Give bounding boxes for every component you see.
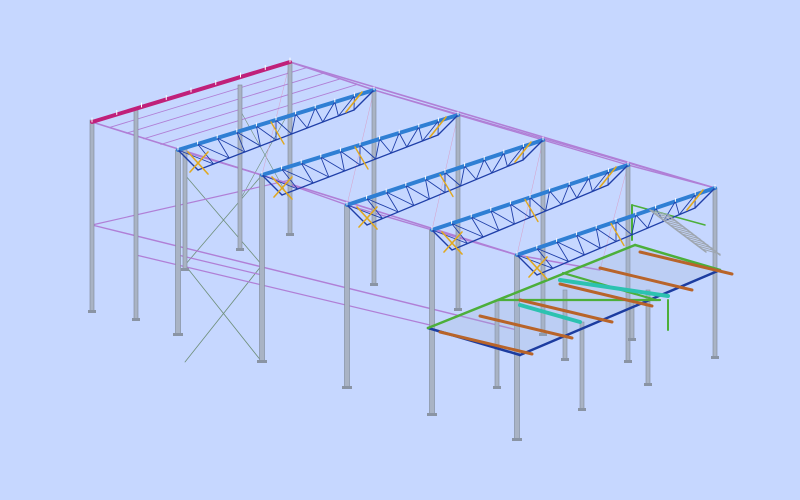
truss-diagonal bbox=[674, 200, 680, 216]
base-plate bbox=[181, 268, 189, 271]
purlin bbox=[457, 114, 544, 141]
truss-diagonal bbox=[588, 177, 593, 192]
column-mezzanine-2 bbox=[579, 321, 585, 411]
base-plate bbox=[286, 233, 294, 236]
truss-diagonal bbox=[295, 113, 308, 129]
truss-vertical bbox=[339, 150, 345, 172]
base-plate bbox=[512, 438, 522, 441]
column-front-1 bbox=[175, 149, 181, 336]
base-plate bbox=[173, 333, 183, 336]
truss-vertical bbox=[424, 178, 430, 200]
truss-diagonal bbox=[575, 234, 601, 249]
column-back-2 bbox=[133, 109, 139, 321]
rafter bbox=[289, 61, 375, 91]
column-front-2 bbox=[259, 174, 265, 363]
truss-vertical bbox=[595, 227, 601, 249]
column-front-4 bbox=[429, 229, 435, 416]
base-plate bbox=[628, 338, 636, 341]
base-plate bbox=[132, 318, 140, 321]
column-right-1 bbox=[371, 89, 377, 286]
truss-diagonal bbox=[334, 101, 339, 117]
base-plate bbox=[236, 248, 244, 251]
truss-diagonal bbox=[379, 138, 392, 154]
truss-diagonal bbox=[398, 132, 408, 148]
base-plate bbox=[624, 360, 632, 363]
truss-diagonal bbox=[405, 185, 430, 200]
column-front-3 bbox=[344, 204, 350, 389]
base-plate bbox=[711, 356, 719, 359]
base-plate bbox=[454, 308, 462, 311]
column-back-5 bbox=[287, 61, 293, 236]
base-plate bbox=[644, 383, 652, 386]
base-plate bbox=[578, 408, 586, 411]
truss-diagonal bbox=[568, 184, 578, 199]
column-right-2 bbox=[455, 114, 461, 311]
stair-stringer bbox=[667, 214, 721, 256]
truss-diagonal bbox=[314, 107, 324, 123]
truss-diagonal bbox=[339, 150, 361, 166]
truss-diagonal bbox=[464, 165, 477, 180]
base-plate bbox=[493, 386, 501, 389]
stair-stringer bbox=[649, 209, 707, 253]
truss-vertical bbox=[509, 203, 515, 225]
base-plate bbox=[427, 413, 437, 416]
purlin bbox=[542, 139, 629, 166]
truss-diagonal bbox=[503, 152, 508, 167]
purlin bbox=[627, 164, 716, 189]
column-back-3 bbox=[182, 147, 188, 271]
purlin bbox=[178, 150, 715, 188]
truss-diagonal bbox=[483, 159, 493, 174]
steel-frame-model bbox=[88, 57, 734, 441]
truss-diagonal bbox=[418, 126, 423, 142]
truss-diagonal bbox=[490, 210, 515, 225]
3d-structural-model-viewport[interactable] bbox=[0, 0, 800, 500]
truss-diagonal bbox=[320, 156, 345, 172]
truss-diagonal bbox=[595, 227, 617, 242]
truss-diagonal bbox=[635, 214, 649, 229]
stair-layer bbox=[649, 209, 721, 256]
purlin bbox=[373, 89, 459, 116]
base-plate bbox=[88, 310, 96, 313]
base-plate bbox=[370, 283, 378, 286]
base-plate bbox=[257, 360, 267, 363]
column-back-4 bbox=[237, 84, 243, 251]
base-plate bbox=[561, 358, 569, 361]
base-plate bbox=[342, 386, 352, 389]
truss-diagonal bbox=[255, 125, 277, 141]
column-back-1 bbox=[89, 119, 95, 313]
truss-diagonal bbox=[549, 190, 562, 205]
